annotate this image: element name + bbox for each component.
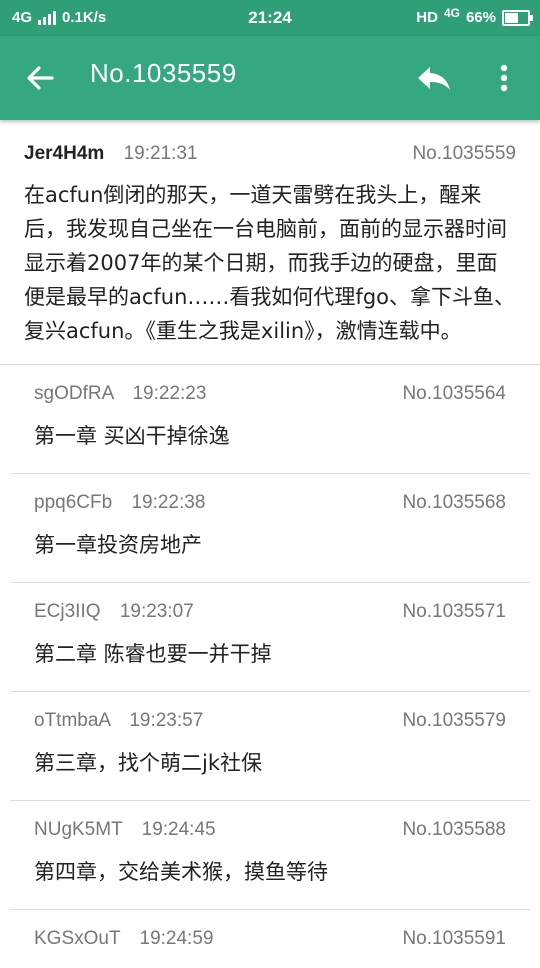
post-username[interactable]: sgODfRA [34,383,113,404]
post-number[interactable]: No.1035591 [402,910,506,968]
more-vert-icon [500,64,508,92]
post-number[interactable]: No.1035571 [402,583,506,641]
page-title: No.1035559 [90,58,237,88]
post-username[interactable]: NUgK5MT [34,819,122,840]
post-number[interactable]: No.1035564 [402,365,506,423]
post-list[interactable]: Jer4H4m 19:21:31 No.1035559 在acfun倒闭的那天，… [0,120,540,964]
post-time: 19:24:45 [141,819,216,840]
post-username[interactable]: ppq6CFb [34,492,112,513]
post-username[interactable]: ECj3IIQ [34,601,101,622]
post-meta: Jer4H4m 19:21:31 No.1035559 [24,120,516,178]
post-meta: NUgK5MT 19:24:45 No.1035588 [34,801,506,855]
status-right: HD 4G 66% [416,5,533,26]
hd-badge: HD [416,9,438,26]
app-bar: No.1035559 [0,36,540,120]
post-content: 在acfun倒闭的那天，一道天雷劈在我头上，醒来后，我发现自己坐在一台电脑前，面… [24,183,515,343]
post-username[interactable]: Jer4H4m [24,143,104,164]
post-item[interactable]: Jer4H4m 19:21:31 No.1035559 在acfun倒闭的那天，… [0,120,540,365]
post-item[interactable]: oTtmbaA 19:23:57 No.1035579 第三章，找个萌二jk社保 [10,692,530,801]
network-type-right: 4G [443,5,460,20]
reply-icon [418,67,450,90]
battery-percent: 66% [465,9,496,26]
reply-button[interactable] [410,56,458,100]
post-number[interactable]: No.1035588 [402,801,506,859]
battery-icon [502,9,533,26]
back-button[interactable] [18,56,62,100]
post-item[interactable]: sgODfRA 19:22:23 No.1035564 第一章 买凶干掉徐逸 [10,365,530,474]
post-item[interactable]: NUgK5MT 19:24:45 No.1035588 第四章，交给美术猴，摸鱼… [10,801,530,910]
post-meta: sgODfRA 19:22:23 No.1035564 [34,365,506,419]
arrow-back-icon [27,66,54,90]
post-content: 第二章 陈睿也要一并干掉 [34,642,272,666]
post-meta: ppq6CFb 19:22:38 No.1035568 [34,474,506,528]
post-content: 第一章投资房地产 [34,533,202,557]
post-time: 19:23:57 [129,710,204,731]
post-username[interactable]: oTtmbaA [34,710,110,731]
post-number[interactable]: No.1035559 [412,120,516,188]
post-time: 19:23:07 [119,601,194,622]
post-content: 第一章 买凶干掉徐逸 [34,424,230,448]
post-time: 19:21:31 [123,143,198,164]
post-username[interactable]: KGSxOuT [34,928,120,949]
post-content: 第三章，找个萌二jk社保 [34,751,262,775]
post-meta: ECj3IIQ 19:23:07 No.1035571 [34,583,506,637]
status-bar: 4G 0.1K/s 21:24 HD 4G 66% [0,0,540,36]
post-item[interactable]: ECj3IIQ 19:23:07 No.1035571 第二章 陈睿也要一并干掉 [10,583,530,692]
post-time: 19:22:38 [131,492,206,513]
more-options-button[interactable] [482,56,526,100]
post-number[interactable]: No.1035568 [402,474,506,532]
post-meta: KGSxOuT 19:24:59 No.1035591 [34,910,506,964]
post-number[interactable]: No.1035579 [402,692,506,750]
post-item[interactable]: ppq6CFb 19:22:38 No.1035568 第一章投资房地产 [10,474,530,583]
post-time: 19:24:59 [139,928,214,949]
post-time: 19:22:23 [132,383,207,404]
post-meta: oTtmbaA 19:23:57 No.1035579 [34,692,506,746]
post-content: 第四章，交给美术猴，摸鱼等待 [34,860,328,884]
post-item[interactable]: KGSxOuT 19:24:59 No.1035591 [10,910,530,964]
